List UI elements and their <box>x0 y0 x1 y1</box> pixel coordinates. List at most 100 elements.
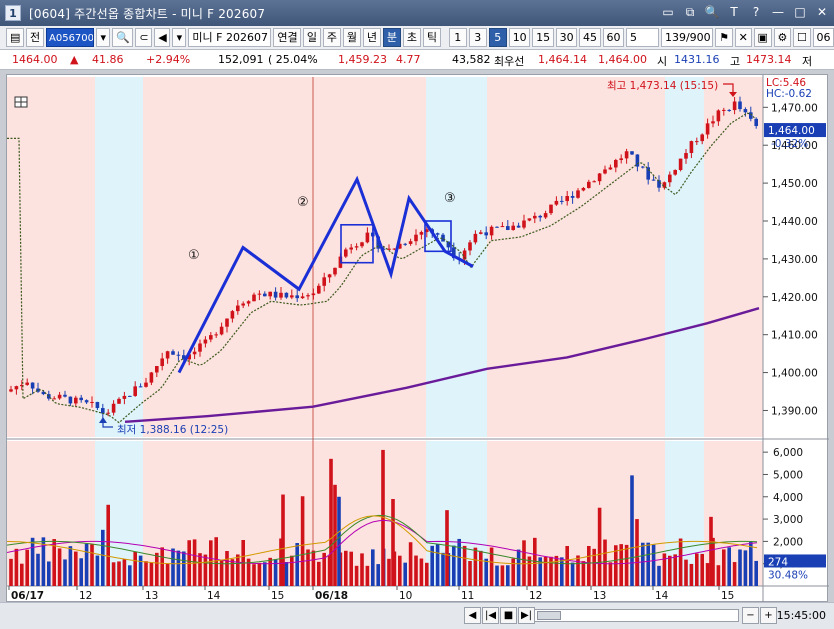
time-axis-label: 14 <box>207 590 221 602</box>
volume-bar <box>673 554 677 586</box>
scroll-end-button[interactable]: ▶| <box>518 607 535 624</box>
price-volume-chart[interactable]: 1,470.001,460.001,450.001,440.001,430.00… <box>6 75 829 603</box>
interval-button-15[interactable]: 15 <box>532 28 554 47</box>
candle-body <box>68 396 73 404</box>
current-time: 15:45:00 <box>776 609 826 622</box>
candle-body <box>700 134 704 142</box>
product-code-input[interactable]: A0567000 <box>46 28 95 47</box>
period-button-year[interactable]: 년 <box>362 28 381 47</box>
zoom-in-button[interactable]: + <box>760 607 777 624</box>
candle-body <box>646 167 650 180</box>
high-price: 1473.14 <box>746 53 792 66</box>
reference-diff: 4.77 <box>396 53 421 66</box>
candle-body <box>489 226 494 236</box>
candle-body <box>565 196 569 202</box>
period-button-week[interactable]: 주 <box>322 28 341 47</box>
period-button-month[interactable]: 월 <box>342 28 361 47</box>
candle-body <box>300 296 305 299</box>
crosshair-icon[interactable]: ✕ <box>734 28 752 47</box>
open-price: 1431.16 <box>674 53 720 66</box>
scrollbar-thumb[interactable] <box>537 611 561 620</box>
chart-panel[interactable]: 1,470.00 1,460.00 1,450.00 1,440.00 1,430.00… <box>6 74 829 603</box>
window-minimize-button[interactable]: — <box>770 4 786 20</box>
candle-body <box>549 204 553 214</box>
candle-body <box>732 101 737 111</box>
interval-button-3[interactable]: 3 <box>468 28 487 47</box>
save-icon[interactable]: ▣ <box>753 28 772 47</box>
volume-bar <box>344 550 348 586</box>
candle-body <box>743 109 748 113</box>
candle-body <box>403 243 407 245</box>
zoom-out-button[interactable]: − <box>742 607 759 624</box>
candle-body <box>695 141 699 143</box>
open-interest: 43,582 <box>452 53 491 66</box>
window-close-button[interactable]: ✕ <box>814 4 830 20</box>
product-name-field[interactable]: 미니 F 202607 <box>188 28 272 47</box>
current-price-tag-label: 1,464.00 <box>768 125 815 137</box>
chart-scrollbar[interactable] <box>534 609 739 622</box>
volume-bar <box>743 550 748 586</box>
volume-bar <box>738 549 742 586</box>
volume-bar <box>214 537 218 586</box>
volume-spike-bar <box>445 510 449 586</box>
period-button-day[interactable]: 일 <box>302 28 321 47</box>
scroll-start-button[interactable]: |◀ <box>482 607 499 624</box>
interval-button-1[interactable]: 1 <box>448 28 467 47</box>
stop-button[interactable]: ■ <box>500 607 517 624</box>
settings-gear-icon[interactable]: ⚙ <box>773 28 792 47</box>
window-tile-icon[interactable]: ⧉ <box>682 4 698 20</box>
volume-bar <box>36 553 40 586</box>
indicator-icon[interactable]: ⚑ <box>715 28 733 47</box>
candle-body <box>511 225 515 230</box>
more-dropdown-icon[interactable]: ▾ <box>172 28 187 47</box>
session-band-volume-3 <box>426 441 487 586</box>
interval-button-45[interactable]: 45 <box>579 28 601 47</box>
candle-body <box>716 110 721 122</box>
candle-body <box>576 190 580 198</box>
period-button-minute[interactable]: 분 <box>382 28 401 47</box>
window-text-icon[interactable]: T <box>726 4 742 20</box>
toolbar-menu-icon[interactable]: ▤ <box>6 28 24 47</box>
candle-body <box>63 394 67 397</box>
scroll-left-button[interactable]: ◀ <box>464 607 481 624</box>
market-mode-button[interactable]: 전 <box>26 28 44 47</box>
volume-bar <box>57 548 62 586</box>
link-icon[interactable]: ⊂ <box>135 28 153 47</box>
candle-body <box>581 187 586 191</box>
window-search-icon[interactable]: 🔍 <box>704 4 720 20</box>
data-count-field[interactable]: 139/900 <box>660 28 714 47</box>
window-restore-icon[interactable]: ▭ <box>660 4 676 20</box>
candle-body <box>533 215 537 219</box>
session-low-label: 최저 1,388.16 (12:25) <box>117 424 228 436</box>
candle-body <box>408 241 413 244</box>
code-dropdown-icon[interactable]: ▾ <box>96 28 111 47</box>
interval-button-10[interactable]: 10 <box>508 28 531 47</box>
right-date-field[interactable]: 06 <box>812 28 834 47</box>
candle-body <box>354 246 359 248</box>
window-maximize-button[interactable]: □ <box>792 4 808 20</box>
candle-body <box>317 285 321 294</box>
period-button-tick[interactable]: 틱 <box>422 28 441 47</box>
candle-body <box>597 173 602 182</box>
window-help-icon[interactable]: ? <box>748 4 764 20</box>
time-axis-label: 15 <box>271 590 284 602</box>
sound-icon[interactable]: ◀ <box>154 28 171 47</box>
volume-bar <box>25 549 29 586</box>
volume-bar <box>20 563 24 586</box>
volume-bar <box>398 555 402 586</box>
candle-body <box>522 220 526 228</box>
interval-select[interactable]: 5 <box>625 28 659 47</box>
interval-button-60[interactable]: 60 <box>602 28 624 47</box>
search-icon[interactable]: 🔍 <box>112 28 134 47</box>
candle-body <box>587 181 591 188</box>
volume-bar <box>592 548 596 586</box>
interval-button-5[interactable]: 5 <box>488 28 507 47</box>
time-axis-label: 10 <box>399 590 412 602</box>
volume-bar <box>425 562 429 586</box>
change-percent: +2.94% <box>146 53 191 66</box>
candle-body <box>95 401 100 409</box>
period-button-second[interactable]: 초 <box>402 28 421 47</box>
period-button-link[interactable]: 연결 <box>273 28 301 47</box>
checkbox-icon[interactable]: ☐ <box>793 28 811 47</box>
interval-button-30[interactable]: 30 <box>555 28 578 47</box>
